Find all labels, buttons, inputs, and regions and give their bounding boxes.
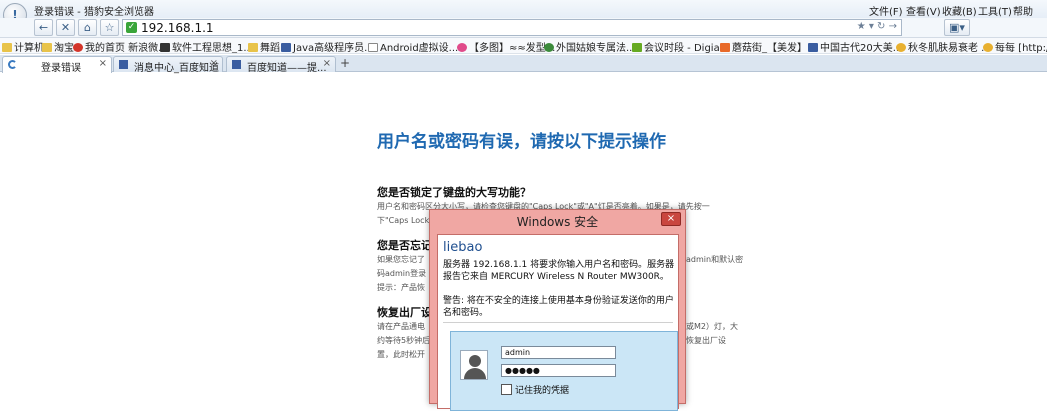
tab-close-icon[interactable]: × bbox=[210, 58, 218, 69]
star-icon bbox=[896, 43, 906, 52]
menu-help[interactable]: 帮助 bbox=[1013, 3, 1033, 18]
windows-security-dialog: Windows 安全 × liebao 服务器 192.168.1.1 将要求你… bbox=[429, 209, 686, 411]
secure-check-icon: ✓ bbox=[126, 22, 137, 33]
section-text: 或M2）灯，大 bbox=[686, 322, 738, 331]
menu-tools[interactable]: 工具(T) bbox=[978, 3, 1012, 18]
page-icon bbox=[368, 43, 378, 52]
weibo-icon bbox=[73, 43, 83, 52]
section-text: 恢复出厂设 bbox=[686, 336, 726, 345]
dialog-user: liebao bbox=[443, 240, 483, 255]
dialog-divider bbox=[443, 322, 673, 323]
page-icon bbox=[808, 43, 818, 52]
page-icon bbox=[281, 43, 291, 52]
bookmark-item[interactable]: Android虚拟设... bbox=[368, 39, 458, 53]
bookmark-item[interactable]: 软件工程思想_1... bbox=[160, 39, 253, 53]
address-bar[interactable]: ✓ 192.168.1.1 ★ ▾ ↻ → bbox=[122, 19, 902, 36]
bookmark-item[interactable]: 蘑菇街_【美发】... bbox=[720, 39, 817, 53]
username-field[interactable]: admin bbox=[501, 346, 616, 359]
address-text[interactable]: 192.168.1.1 bbox=[141, 21, 214, 35]
tab-bar: 登录错误 × 消息中心_百度知道 × 百度知道——提... × + bbox=[0, 55, 1047, 74]
close-icon[interactable]: ✕ bbox=[56, 19, 75, 36]
site-icon bbox=[457, 43, 467, 52]
bookmark-item[interactable]: 每每 [http:// bbox=[983, 39, 1047, 53]
user-avatar-icon bbox=[460, 350, 488, 380]
navigation-bar: ← ✕ ⌂ ☆ ✓ 192.168.1.1 ★ ▾ ↻ → ▣▾ bbox=[0, 18, 1047, 38]
dialog-message: 服务器 192.168.1.1 将要求你输入用户名和密码。服务器报告它来自 ME… bbox=[443, 260, 675, 282]
tab-baidu-zhidao[interactable]: 百度知道——提... × bbox=[226, 56, 336, 74]
bookmark-item[interactable]: 秋冬肌肤易衰老 ... bbox=[896, 39, 991, 53]
bookmark-item[interactable]: 舞蹈 bbox=[248, 39, 280, 53]
bookmark-item[interactable]: 淘宝 bbox=[42, 39, 74, 53]
page-menu-icon[interactable]: ▣▾ bbox=[944, 19, 970, 36]
tab-close-icon[interactable]: × bbox=[323, 58, 331, 69]
tab-login-error[interactable]: 登录错误 × bbox=[2, 56, 112, 74]
dialog-title: Windows 安全 bbox=[516, 215, 599, 229]
dialog-body: liebao 服务器 192.168.1.1 将要求你输入用户名和密码。服务器报… bbox=[437, 234, 679, 411]
address-tools-icon[interactable]: ★ ▾ ↻ → bbox=[857, 21, 897, 32]
tab-message-center[interactable]: 消息中心_百度知道 × bbox=[113, 56, 223, 74]
section-text: 约等待5秒钟后 bbox=[377, 336, 431, 345]
section-text: 码admin登录 bbox=[377, 269, 427, 278]
checkbox-icon[interactable] bbox=[501, 384, 512, 395]
section-text: 如果您忘记了 bbox=[377, 255, 425, 264]
chrome-icon bbox=[544, 43, 554, 52]
tab-close-icon[interactable]: × bbox=[99, 58, 107, 69]
section-text: 提示：产品恢 bbox=[377, 283, 425, 292]
dialog-warning: 警告: 将在不安全的连接上使用基本身份验证发送你的用户名和密码。 bbox=[443, 296, 674, 318]
section-text: admin和默认密 bbox=[686, 255, 744, 264]
password-field[interactable]: ●●●●● bbox=[501, 364, 616, 377]
folder-icon bbox=[2, 43, 12, 52]
bookmark-item[interactable]: 中国古代20大美... bbox=[808, 39, 902, 53]
bookmark-item[interactable]: 外国姑娘专属法... bbox=[544, 39, 636, 53]
baidu-page-icon bbox=[232, 60, 241, 69]
section-text: 请在产品通电 bbox=[377, 322, 425, 331]
new-tab-button[interactable]: + bbox=[340, 56, 350, 70]
back-arrow-icon[interactable]: ← bbox=[34, 19, 53, 36]
menu-file[interactable]: 文件(F) bbox=[869, 3, 903, 18]
page-title: 用户名或密码有误，请按以下提示操作 bbox=[377, 132, 666, 152]
star-icon bbox=[983, 43, 993, 52]
section-heading-caps: 您是否锁定了键盘的大写功能？ bbox=[377, 186, 531, 199]
bookmark-item[interactable]: 会议时段 - Digia... bbox=[632, 39, 729, 53]
section-heading-forgot: 您是否忘记 bbox=[377, 239, 432, 252]
bookmark-item[interactable]: 计算机 bbox=[2, 39, 44, 53]
bookmark-item[interactable]: 【多图】≈≈发型... bbox=[457, 39, 555, 53]
star-icon[interactable]: ☆ bbox=[100, 19, 119, 36]
section-heading-reset: 恢复出厂设 bbox=[377, 306, 432, 319]
bookmarks-bar: 计算机 淘宝 我的首页 新浪微... 软件工程思想_1... 舞蹈 Java高级… bbox=[0, 38, 1047, 54]
window-title: 登录错误 - 猎豹安全浏览器 bbox=[34, 7, 154, 18]
folder-icon bbox=[42, 43, 52, 52]
site-icon bbox=[160, 43, 170, 52]
home-icon[interactable]: ⌂ bbox=[78, 19, 97, 36]
credential-tile[interactable]: admin ●●●●● 记住我的凭据 bbox=[450, 331, 678, 411]
section-text: 置，此时松开 bbox=[377, 350, 425, 359]
remember-credentials-checkbox[interactable]: 记住我的凭据 bbox=[501, 383, 569, 396]
site-icon bbox=[632, 43, 642, 52]
loading-icon bbox=[8, 60, 17, 69]
folder-icon bbox=[248, 43, 258, 52]
bookmark-item[interactable]: 我的首页 新浪微... bbox=[73, 39, 168, 53]
remember-label: 记住我的凭据 bbox=[515, 386, 570, 396]
dialog-close-button[interactable]: × bbox=[661, 212, 681, 226]
baidu-page-icon bbox=[119, 60, 128, 69]
menu-view[interactable]: 查看(V) bbox=[906, 3, 941, 18]
bookmark-item[interactable]: Java高级程序员... bbox=[281, 39, 374, 53]
window-titlebar: ! 登录错误 - 猎豹安全浏览器 文件(F) 查看(V) 收藏(B) 工具(T)… bbox=[0, 0, 1047, 27]
section-text: 下"Caps Lock bbox=[377, 216, 430, 225]
site-icon bbox=[720, 43, 730, 52]
menu-favorites[interactable]: 收藏(B) bbox=[942, 3, 977, 18]
